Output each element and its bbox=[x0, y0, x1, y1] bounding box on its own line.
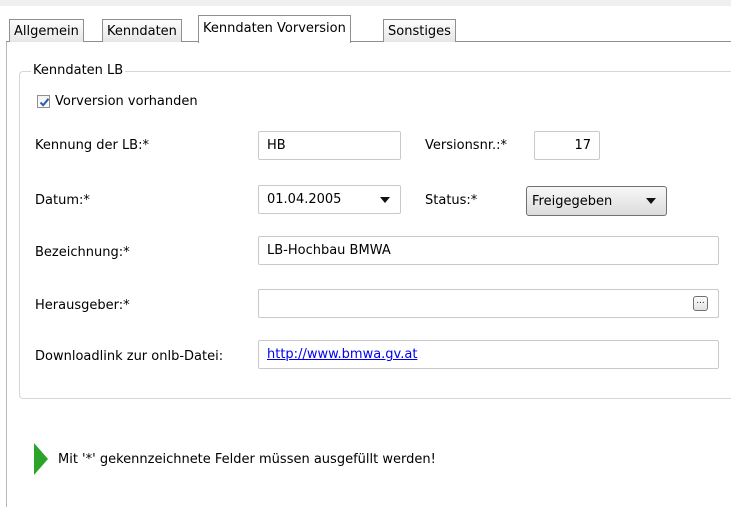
versionsnr-input[interactable]: 17 bbox=[534, 131, 600, 160]
herausgeber-input[interactable] bbox=[258, 289, 719, 318]
bezeichnung-label: Bezeichnung:* bbox=[35, 245, 130, 260]
downloadlink-input[interactable]: http://www.bmwa.gv.at bbox=[258, 340, 719, 369]
tab-allgemein[interactable]: Allgemein bbox=[9, 19, 84, 42]
tab-sonstiges[interactable]: Sonstiges bbox=[383, 19, 456, 42]
bezeichnung-input[interactable]: LB-Hochbau BMWA bbox=[258, 236, 719, 265]
versionsnr-value: 17 bbox=[574, 138, 591, 153]
required-fields-message: Mit '*' gekennzeichnete Felder müssen au… bbox=[58, 451, 436, 467]
required-fields-hint: Mit '*' gekennzeichnete Felder müssen au… bbox=[34, 443, 436, 475]
kennung-input[interactable]: HB bbox=[258, 131, 401, 160]
downloadlink-value[interactable]: http://www.bmwa.gv.at bbox=[267, 347, 417, 362]
tab-label: Allgemein bbox=[14, 24, 79, 39]
bezeichnung-value: LB-Hochbau BMWA bbox=[267, 243, 391, 258]
green-arrow-icon bbox=[34, 443, 48, 475]
status-label: Status:* bbox=[425, 193, 478, 208]
window-top-strip bbox=[0, 0, 731, 6]
vorversion-checkbox-row[interactable]: Vorversion vorhanden bbox=[37, 94, 198, 109]
herausgeber-browse-button[interactable]: ... bbox=[693, 296, 708, 311]
checkmark-icon bbox=[39, 98, 50, 107]
tab-kenndaten[interactable]: Kenndaten bbox=[102, 19, 182, 42]
tab-label: Sonstiges bbox=[388, 24, 451, 39]
status-value: Freigegeben bbox=[532, 194, 613, 209]
datum-date-picker[interactable]: 01.04.2005 bbox=[258, 185, 401, 214]
dropdown-arrow-icon[interactable] bbox=[380, 197, 390, 203]
versionsnr-label: Versionsnr.:* bbox=[425, 138, 507, 153]
herausgeber-label: Herausgeber:* bbox=[35, 298, 130, 313]
vorversion-checkbox[interactable] bbox=[37, 95, 50, 108]
dropdown-arrow-icon bbox=[646, 198, 656, 204]
status-select[interactable]: Freigegeben bbox=[526, 186, 667, 216]
panel-left-border bbox=[6, 42, 7, 507]
ellipsis-icon: ... bbox=[696, 296, 705, 306]
tab-kenndaten-vorversion[interactable]: Kenndaten Vorversion bbox=[198, 15, 351, 43]
datum-value: 01.04.2005 bbox=[267, 192, 342, 207]
tab-label: Kenndaten bbox=[107, 24, 177, 39]
tab-label: Kenndaten Vorversion bbox=[203, 21, 346, 36]
vorversion-checkbox-label: Vorversion vorhanden bbox=[55, 94, 198, 109]
datum-label: Datum:* bbox=[35, 193, 90, 208]
kennung-value: HB bbox=[267, 138, 286, 153]
group-title: Kenndaten LB bbox=[31, 63, 126, 78]
kennung-label: Kennung der LB:* bbox=[35, 138, 149, 153]
downloadlink-label: Downloadlink zur onlb-Datei: bbox=[35, 349, 224, 364]
